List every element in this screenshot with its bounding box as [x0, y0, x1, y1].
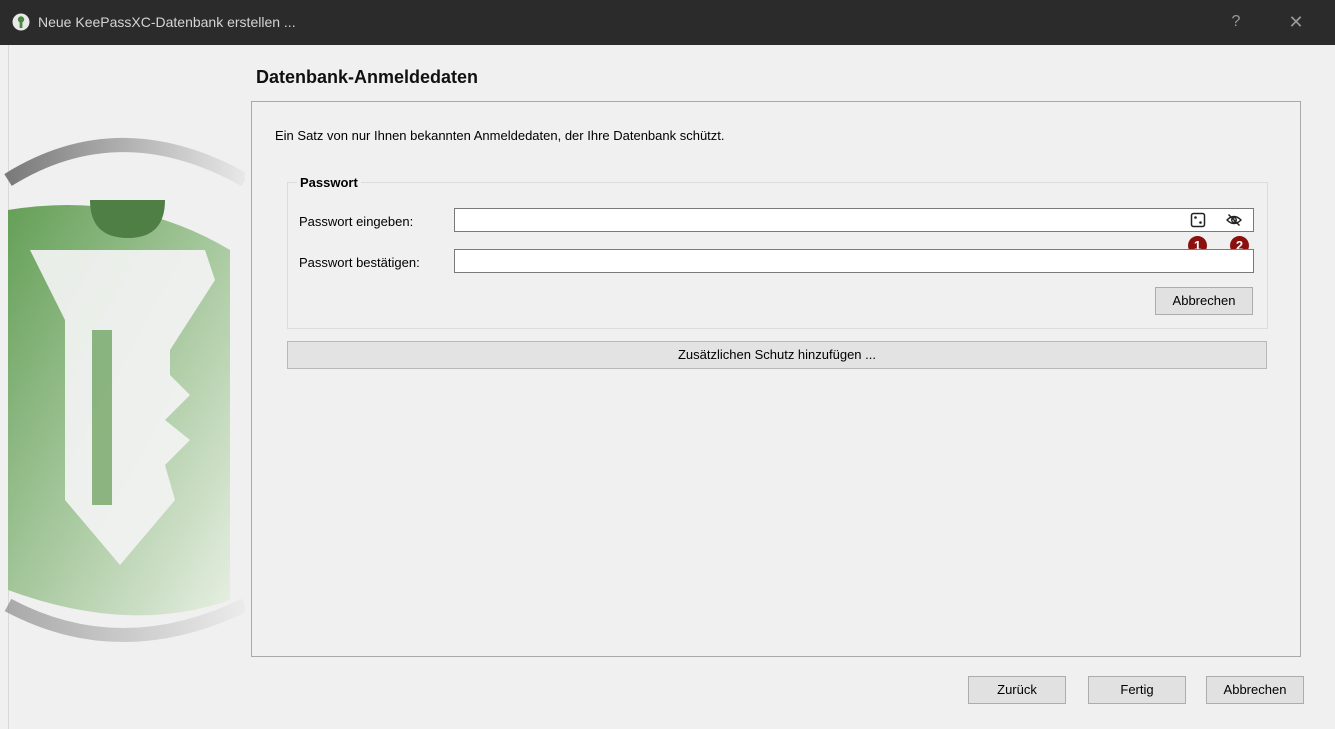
keepassxc-logo-icon [12, 13, 30, 31]
dice-icon[interactable] [1190, 212, 1206, 228]
confirm-password-field[interactable] [454, 249, 1254, 273]
password-group-title: Passwort [297, 175, 361, 190]
page-description: Ein Satz von nur Ihnen bekannten Anmelde… [275, 128, 725, 143]
wizard-cancel-button[interactable]: Abbrechen [1206, 676, 1304, 704]
enter-password-label: Passwort eingeben: [299, 214, 414, 229]
password-cancel-button[interactable]: Abbrechen [1155, 287, 1253, 315]
help-button[interactable]: ? [1224, 10, 1248, 34]
confirm-password-label: Passwort bestätigen: [299, 255, 420, 270]
eye-slash-icon[interactable] [1226, 212, 1242, 228]
close-button[interactable]: ✕ [1284, 10, 1308, 34]
page-title: Datenbank-Anmeldedaten [256, 67, 479, 87]
enter-password-field[interactable] [454, 208, 1254, 232]
window-title: Neue KeePassXC-Datenbank erstellen ... [38, 14, 296, 30]
add-additional-protection-button[interactable]: Zusätzlichen Schutz hinzufügen ... [287, 341, 1267, 369]
finish-button[interactable]: Fertig [1088, 676, 1186, 704]
back-button[interactable]: Zurück [968, 676, 1066, 704]
keepassxc-key-watermark [4, 138, 245, 642]
title-bar: Neue KeePassXC-Datenbank erstellen ... ?… [0, 0, 1335, 45]
